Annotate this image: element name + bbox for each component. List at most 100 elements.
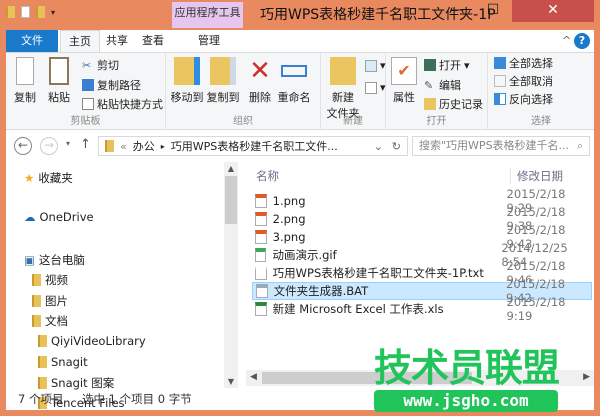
recent-dropdown-icon[interactable]: ▾ bbox=[66, 139, 70, 148]
column-header-modified[interactable]: 修改日期 bbox=[510, 168, 563, 184]
watermark-url: www.jsgho.com bbox=[374, 390, 558, 412]
nav-this-pc[interactable]: ▣ 这台电脑 bbox=[24, 252, 85, 268]
select-all-icon bbox=[494, 57, 506, 69]
up-button[interactable]: ↑ bbox=[80, 137, 91, 152]
organize-group: 移动到 复制到 ✕ 删除 重命名 组织 bbox=[166, 53, 321, 129]
maximize-button[interactable]: ☐ bbox=[476, 0, 510, 22]
column-header-name[interactable]: 名称 bbox=[256, 168, 279, 184]
open-button[interactable]: 打开 ▾ bbox=[424, 57, 470, 73]
minimize-button[interactable]: — bbox=[440, 0, 474, 22]
select-none-button[interactable]: 全部取消 bbox=[494, 73, 553, 89]
copy-path-button[interactable]: 复制路径 bbox=[82, 77, 141, 93]
copy-icon bbox=[16, 57, 34, 85]
new-group: 新建 文件夹 ▾ ▾ 新建 bbox=[321, 53, 386, 129]
nav-onedrive[interactable]: ☁ OneDrive bbox=[24, 210, 94, 224]
breadcrumb-current[interactable]: 巧用WPS表格秒建千名职工文件... bbox=[171, 138, 338, 154]
shortcut-icon bbox=[82, 98, 94, 110]
tab-file[interactable]: 文件 bbox=[6, 30, 58, 52]
file-name: 新建 Microsoft Excel 工作表.xls bbox=[272, 302, 444, 316]
edit-button[interactable]: ✎ 编辑 bbox=[424, 77, 461, 93]
file-name: 巧用WPS表格秒建千名职工文件夹-1P.txt bbox=[272, 266, 484, 280]
gif-file-icon bbox=[255, 248, 267, 262]
new-folder-icon bbox=[330, 57, 356, 85]
refresh-icon[interactable]: ↻ bbox=[392, 140, 401, 153]
open-group: ✔ 属性 打开 ▾ ✎ 编辑 历史记录 打开 bbox=[386, 53, 488, 129]
copy-to-button[interactable]: 复制到 bbox=[206, 57, 240, 105]
clipboard-group: 复制 粘贴 ✂ 剪切 复制路径 粘贴快捷方式 剪贴板 bbox=[6, 53, 166, 129]
search-icon: ⌕ bbox=[576, 139, 583, 152]
forward-button[interactable]: → bbox=[40, 137, 58, 155]
new-item-button[interactable]: ▾ bbox=[365, 59, 386, 72]
properties-button[interactable]: ✔ 属性 bbox=[390, 57, 418, 105]
ribbon-tabs: 文件 主页 共享 查看 管理 ^ ? bbox=[6, 30, 594, 53]
rename-button[interactable]: 重命名 bbox=[276, 57, 312, 105]
easy-access-icon bbox=[365, 81, 377, 94]
file-name: 1.png bbox=[272, 194, 306, 208]
help-icon[interactable]: ? bbox=[574, 33, 590, 49]
item-count: 7 个项目 bbox=[18, 392, 64, 406]
scroll-left-icon[interactable]: ◀ bbox=[250, 372, 257, 382]
address-dropdown-icon[interactable]: ⌄ bbox=[374, 140, 383, 153]
properties-icon: ✔ bbox=[391, 57, 417, 85]
file-name: 2.png bbox=[272, 212, 306, 226]
cut-button[interactable]: ✂ 剪切 bbox=[82, 57, 119, 73]
properties-icon[interactable] bbox=[21, 6, 30, 18]
scroll-up-icon[interactable]: ▲ bbox=[224, 164, 238, 173]
scroll-thumb[interactable] bbox=[225, 176, 237, 224]
delete-button[interactable]: ✕ 删除 bbox=[246, 57, 274, 105]
new-folder-icon[interactable] bbox=[36, 6, 45, 18]
customize-dropdown-icon[interactable]: ▾ bbox=[51, 8, 55, 17]
open-icon bbox=[424, 59, 436, 71]
scissors-icon: ✂ bbox=[82, 59, 92, 72]
folder-icon bbox=[105, 140, 114, 152]
back-button[interactable]: ← bbox=[14, 137, 32, 155]
search-input[interactable]: 搜索"巧用WPS表格秒建千名... ⌕ bbox=[412, 136, 590, 156]
address-bar[interactable]: « 办公 ▸ 巧用WPS表格秒建千名职工文件... ⌄ ↻ bbox=[98, 136, 408, 156]
quick-access-toolbar: ▾ bbox=[6, 6, 55, 18]
nav-scrollbar[interactable]: ▲ ▼ bbox=[224, 162, 238, 388]
paste-shortcut-button[interactable]: 粘贴快捷方式 bbox=[82, 96, 163, 112]
edit-icon: ✎ bbox=[424, 79, 434, 92]
scroll-right-icon[interactable]: ▶ bbox=[583, 372, 590, 382]
cloud-icon: ☁ bbox=[24, 210, 36, 224]
txt-file-icon bbox=[255, 266, 267, 280]
nav-qiyivideolibrary[interactable]: QiyiVideoLibrary bbox=[38, 334, 146, 348]
nav-snagit[interactable]: Snagit bbox=[38, 355, 88, 369]
png-file-icon bbox=[255, 230, 267, 244]
nav-favorites[interactable]: ★ 收藏夹 bbox=[24, 170, 73, 186]
invert-selection-icon bbox=[494, 93, 506, 105]
history-button[interactable]: 历史记录 bbox=[424, 96, 483, 112]
folder-icon bbox=[38, 356, 47, 368]
address-row: ← → ▾ ↑ « 办公 ▸ 巧用WPS表格秒建千名职工文件... ⌄ ↻ 搜索… bbox=[6, 134, 594, 158]
tab-view[interactable]: 查看 bbox=[134, 30, 172, 52]
paste-button[interactable]: 粘贴 bbox=[44, 57, 74, 105]
select-group: 全部选择 全部取消 反向选择 选择 bbox=[488, 53, 594, 129]
copy-button[interactable]: 复制 bbox=[10, 57, 40, 105]
computer-icon: ▣ bbox=[24, 253, 35, 267]
videos-folder-icon bbox=[32, 274, 41, 286]
tab-manage[interactable]: 管理 bbox=[190, 30, 228, 52]
file-row[interactable]: 新建 Microsoft Excel 工作表.xls 2015/2/18 9:19 bbox=[252, 295, 592, 323]
copy-path-icon bbox=[82, 79, 94, 91]
nav-pictures[interactable]: 图片 bbox=[32, 293, 68, 309]
folder-icon[interactable] bbox=[6, 6, 15, 18]
nav-videos[interactable]: 视频 bbox=[32, 272, 68, 288]
nav-documents[interactable]: 文档 bbox=[32, 313, 68, 329]
tab-home[interactable]: 主页 bbox=[60, 30, 100, 53]
move-to-button[interactable]: 移动到 bbox=[170, 57, 204, 105]
scroll-down-icon[interactable]: ▼ bbox=[224, 377, 238, 386]
select-all-button[interactable]: 全部选择 bbox=[494, 55, 553, 71]
invert-selection-button[interactable]: 反向选择 bbox=[494, 91, 553, 107]
easy-access-button[interactable]: ▾ bbox=[365, 81, 386, 94]
star-icon: ★ bbox=[24, 171, 35, 185]
xls-file-icon bbox=[255, 302, 267, 316]
tab-share[interactable]: 共享 bbox=[98, 30, 136, 52]
close-button[interactable]: ✕ bbox=[512, 0, 594, 22]
move-to-icon bbox=[174, 57, 200, 85]
file-name: 3.png bbox=[272, 230, 306, 244]
watermark-logo: 技术员联盟 bbox=[374, 346, 560, 390]
breadcrumb-office[interactable]: 办公 bbox=[133, 138, 155, 154]
png-file-icon bbox=[255, 194, 267, 208]
file-date: 2015/2/18 9:19 bbox=[506, 295, 566, 323]
history-icon bbox=[424, 98, 436, 110]
